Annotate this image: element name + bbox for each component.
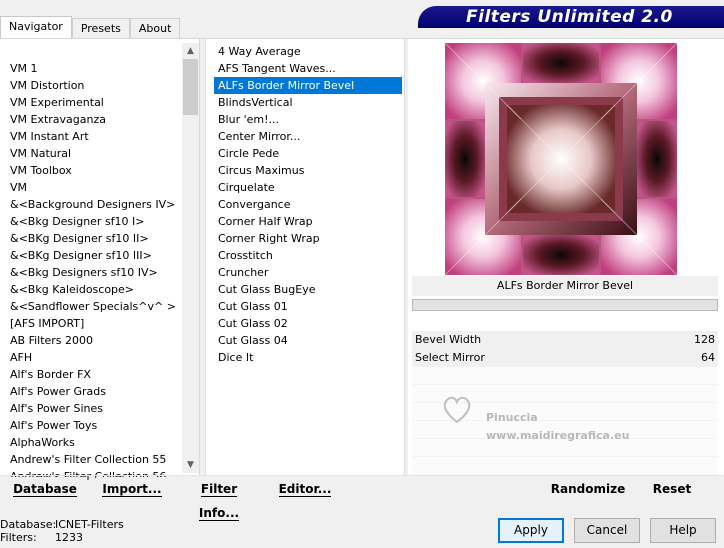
category-item[interactable]: VM Toolbox [4,162,182,179]
param-row-bevel-width[interactable]: Bevel Width 128 [412,331,718,349]
bottom-separator [0,475,724,476]
filter-item[interactable]: Circle Pede [214,145,402,162]
app-title: Filters Unlimited 2.0 [466,7,673,27]
filter-item[interactable]: Center Mirror... [214,128,402,145]
category-item[interactable]: Alf's Power Toys [4,417,182,434]
scroll-thumb[interactable] [183,59,198,115]
category-item[interactable]: &<Background Designers IV> [4,196,182,213]
tab-navigator[interactable]: Navigator [0,16,72,39]
category-scrollbar[interactable]: ▲ ▼ [182,43,199,473]
filter-item[interactable]: BlindsVertical [214,94,402,111]
filter-item[interactable]: Cut Glass BugEye [214,281,402,298]
filter-item[interactable]: Cut Glass 02 [214,315,402,332]
category-item[interactable]: AlphaWorks [4,434,182,451]
category-item[interactable]: VM Distortion [4,77,182,94]
database-button[interactable]: Database [4,477,86,501]
category-item[interactable]: Alf's Power Grads [4,383,182,400]
filter-item[interactable]: Corner Half Wrap [214,213,402,230]
category-item[interactable]: &<Sandflower Specials^v^ > [4,298,182,315]
category-panel: VM 1 VM Distortion VM Experimental VM Extra… [0,39,200,483]
filter-info-button[interactable]: Filter Info... [180,477,258,521]
category-item[interactable]: &<Bkg Designer sf10 I> [4,213,182,230]
editor-button[interactable]: Editor... [272,477,338,501]
scroll-down-arrow-icon[interactable]: ▼ [182,457,199,473]
filter-item[interactable]: Circus Maximus [214,162,402,179]
import-button[interactable]: Import... [96,477,168,501]
param-name: Bevel Width [415,333,482,346]
control-slider[interactable] [412,299,718,311]
filter-item[interactable]: 4 Way Average [214,43,402,60]
category-item[interactable]: Alf's Border FX [4,366,182,383]
category-item[interactable]: VM 1 [4,60,182,77]
category-item[interactable]: Alf's Power Sines [4,400,182,417]
selected-filter-name: ALFs Border Mirror Bevel [412,276,718,296]
watermark-logo-icon [443,396,471,424]
category-item[interactable]: [AFS IMPORT] [4,315,182,332]
filter-item[interactable]: Convergance [214,196,402,213]
watermark-line2: www.maidiregrafica.eu [486,429,630,442]
cancel-button[interactable]: Cancel [574,518,640,543]
tab-strip: Navigator Presets About [0,16,181,39]
category-item[interactable]: VM Instant Art [4,128,182,145]
category-item[interactable]: &<BKg Designer sf10 III> [4,247,182,264]
category-item[interactable]: VM Experimental [4,94,182,111]
param-value: 64 [701,351,715,364]
filter-item[interactable]: Dice It [214,349,402,366]
filter-item[interactable]: Cut Glass 04 [214,332,402,349]
filter-item[interactable]: Cruncher [214,264,402,281]
filter-item[interactable]: Blur 'em!... [214,111,402,128]
filter-item[interactable]: ALFs Border Mirror Bevel [214,77,402,94]
filter-item[interactable]: Corner Right Wrap [214,230,402,247]
help-button[interactable]: Help [650,518,716,543]
category-item[interactable]: &<BKg Designer sf10 II> [4,230,182,247]
param-value: 128 [694,333,715,346]
category-item[interactable]: AB Filters 2000 [4,332,182,349]
apply-button[interactable]: Apply [498,518,564,543]
category-item[interactable]: VM Natural [4,145,182,162]
category-list[interactable]: VM 1 VM Distortion VM Experimental VM Extra… [4,60,182,485]
parameter-list: Bevel Width 128 Select Mirror 64 [412,331,718,367]
filter-preview-image [445,43,677,275]
filter-item[interactable]: AFS Tangent Waves... [214,60,402,77]
filter-item[interactable]: Cirquelate [214,179,402,196]
reset-button[interactable]: Reset [640,477,704,501]
param-row-select-mirror[interactable]: Select Mirror 64 [412,349,718,367]
watermark-line1: Pinuccia [486,411,538,424]
randomize-button[interactable]: Randomize [548,477,628,501]
category-item[interactable]: AFH [4,349,182,366]
param-name: Select Mirror [415,351,485,364]
scroll-up-arrow-icon[interactable]: ▲ [182,43,199,59]
filter-list[interactable]: 4 Way Average AFS Tangent Waves... ALFs Bo… [214,43,402,366]
filter-panel: 4 Way Average AFS Tangent Waves... ALFs Bo… [205,39,405,475]
tab-presets[interactable]: Presets [71,18,130,39]
filters-label: Filters: [0,531,37,544]
filters-count: 1233 [55,531,83,544]
filter-item[interactable]: Crosstitch [214,247,402,264]
database-label: Database: [0,518,57,531]
category-item[interactable]: Andrew's Filter Collection 55 [4,451,182,468]
database-value: ICNET-Filters [55,518,124,531]
category-item[interactable]: &<Bkg Kaleidoscope> [4,281,182,298]
status-area: Database: ICNET-Filters Filters: 1233 [0,518,124,544]
filter-item[interactable]: Cut Glass 01 [214,298,402,315]
category-item[interactable]: VM Extravaganza [4,111,182,128]
category-item[interactable]: VM [4,179,182,196]
category-item[interactable]: &<Bkg Designers sf10 IV> [4,264,182,281]
tab-about[interactable]: About [129,18,181,39]
